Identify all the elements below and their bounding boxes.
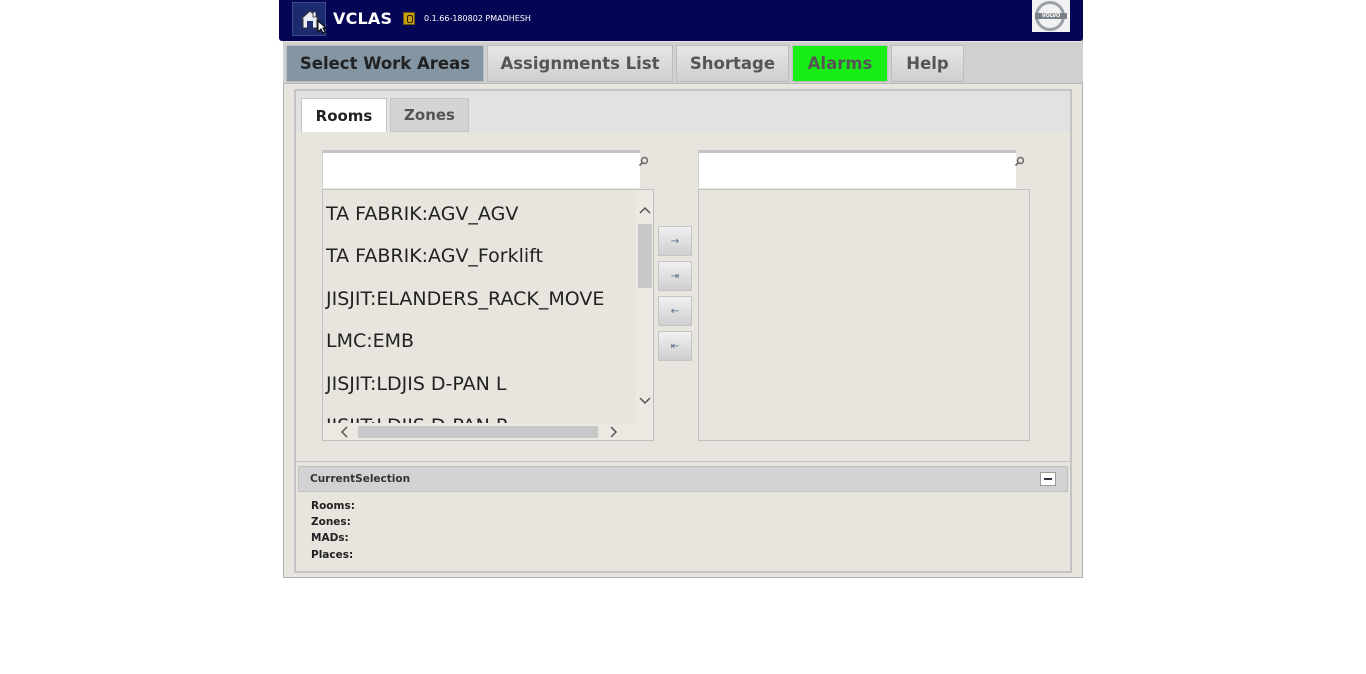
vertical-scroll-thumb[interactable] [638, 224, 652, 288]
list-item[interactable]: TA FABRIK:AGV_Forklift [326, 245, 543, 267]
move-left-button[interactable]: ← [658, 296, 692, 326]
search-icon[interactable] [638, 156, 649, 167]
volvo-logo: VOLVO [1032, 0, 1070, 32]
selection-rooms-label: Rooms: [311, 500, 355, 512]
selection-places-label: Places: [311, 549, 354, 561]
selection-mads-label: MADs: [311, 532, 349, 544]
app-title: VCLAS [333, 9, 393, 28]
move-all-right-button[interactable]: ⇥ [658, 261, 692, 291]
selection-zones-label: Zones: [311, 516, 351, 528]
right-search-input[interactable] [698, 150, 1016, 188]
subtab-rooms[interactable]: Rooms [301, 98, 387, 132]
list-item[interactable]: JISJIT:ELANDERS_RACK_MOVE [326, 288, 604, 310]
available-rooms-list[interactable]: TA FABRIK:AGV_AGV TA FABRIK:AGV_Forklift… [322, 189, 654, 441]
scroll-left-icon[interactable] [340, 426, 348, 438]
tab-help[interactable]: Help [891, 45, 964, 82]
mouse-cursor-icon [317, 20, 327, 34]
search-icon[interactable] [1014, 156, 1025, 167]
version-icon [403, 12, 415, 25]
subtab-zones[interactable]: Zones [390, 98, 469, 132]
current-selection-header: CurrentSelection [298, 466, 1068, 492]
tab-alarms[interactable]: Alarms [792, 45, 888, 82]
scroll-down-icon[interactable] [639, 397, 651, 405]
list-item[interactable]: JISJIT:LDJIS D-PAN L [326, 373, 506, 395]
tab-assignments-list[interactable]: Assignments List [487, 45, 673, 82]
left-search-input[interactable] [322, 150, 640, 188]
scroll-up-icon[interactable] [639, 206, 651, 214]
move-right-button[interactable]: → [658, 226, 692, 256]
scroll-right-icon[interactable] [610, 426, 618, 438]
logo-text: VOLVO [1035, 13, 1067, 19]
selected-rooms-list[interactable] [698, 189, 1030, 441]
current-selection-title: CurrentSelection [310, 473, 411, 485]
horizontal-scroll-thumb[interactable] [358, 426, 598, 438]
list-item[interactable]: LMC:EMB [326, 330, 414, 352]
app-header: VCLAS 0.1.66-180802 PMADHESH VOLVO [279, 0, 1083, 41]
tab-shortage[interactable]: Shortage [676, 45, 789, 82]
move-all-left-button[interactable]: ⇤ [658, 331, 692, 361]
collapse-icon[interactable] [1040, 472, 1056, 486]
main-nav: Select Work Areas Assignments List Short… [283, 42, 1083, 84]
list-item[interactable]: TA FABRIK:AGV_AGV [326, 203, 518, 225]
version-text: 0.1.66-180802 PMADHESH [424, 14, 531, 23]
tab-select-work-areas[interactable]: Select Work Areas [286, 45, 484, 82]
